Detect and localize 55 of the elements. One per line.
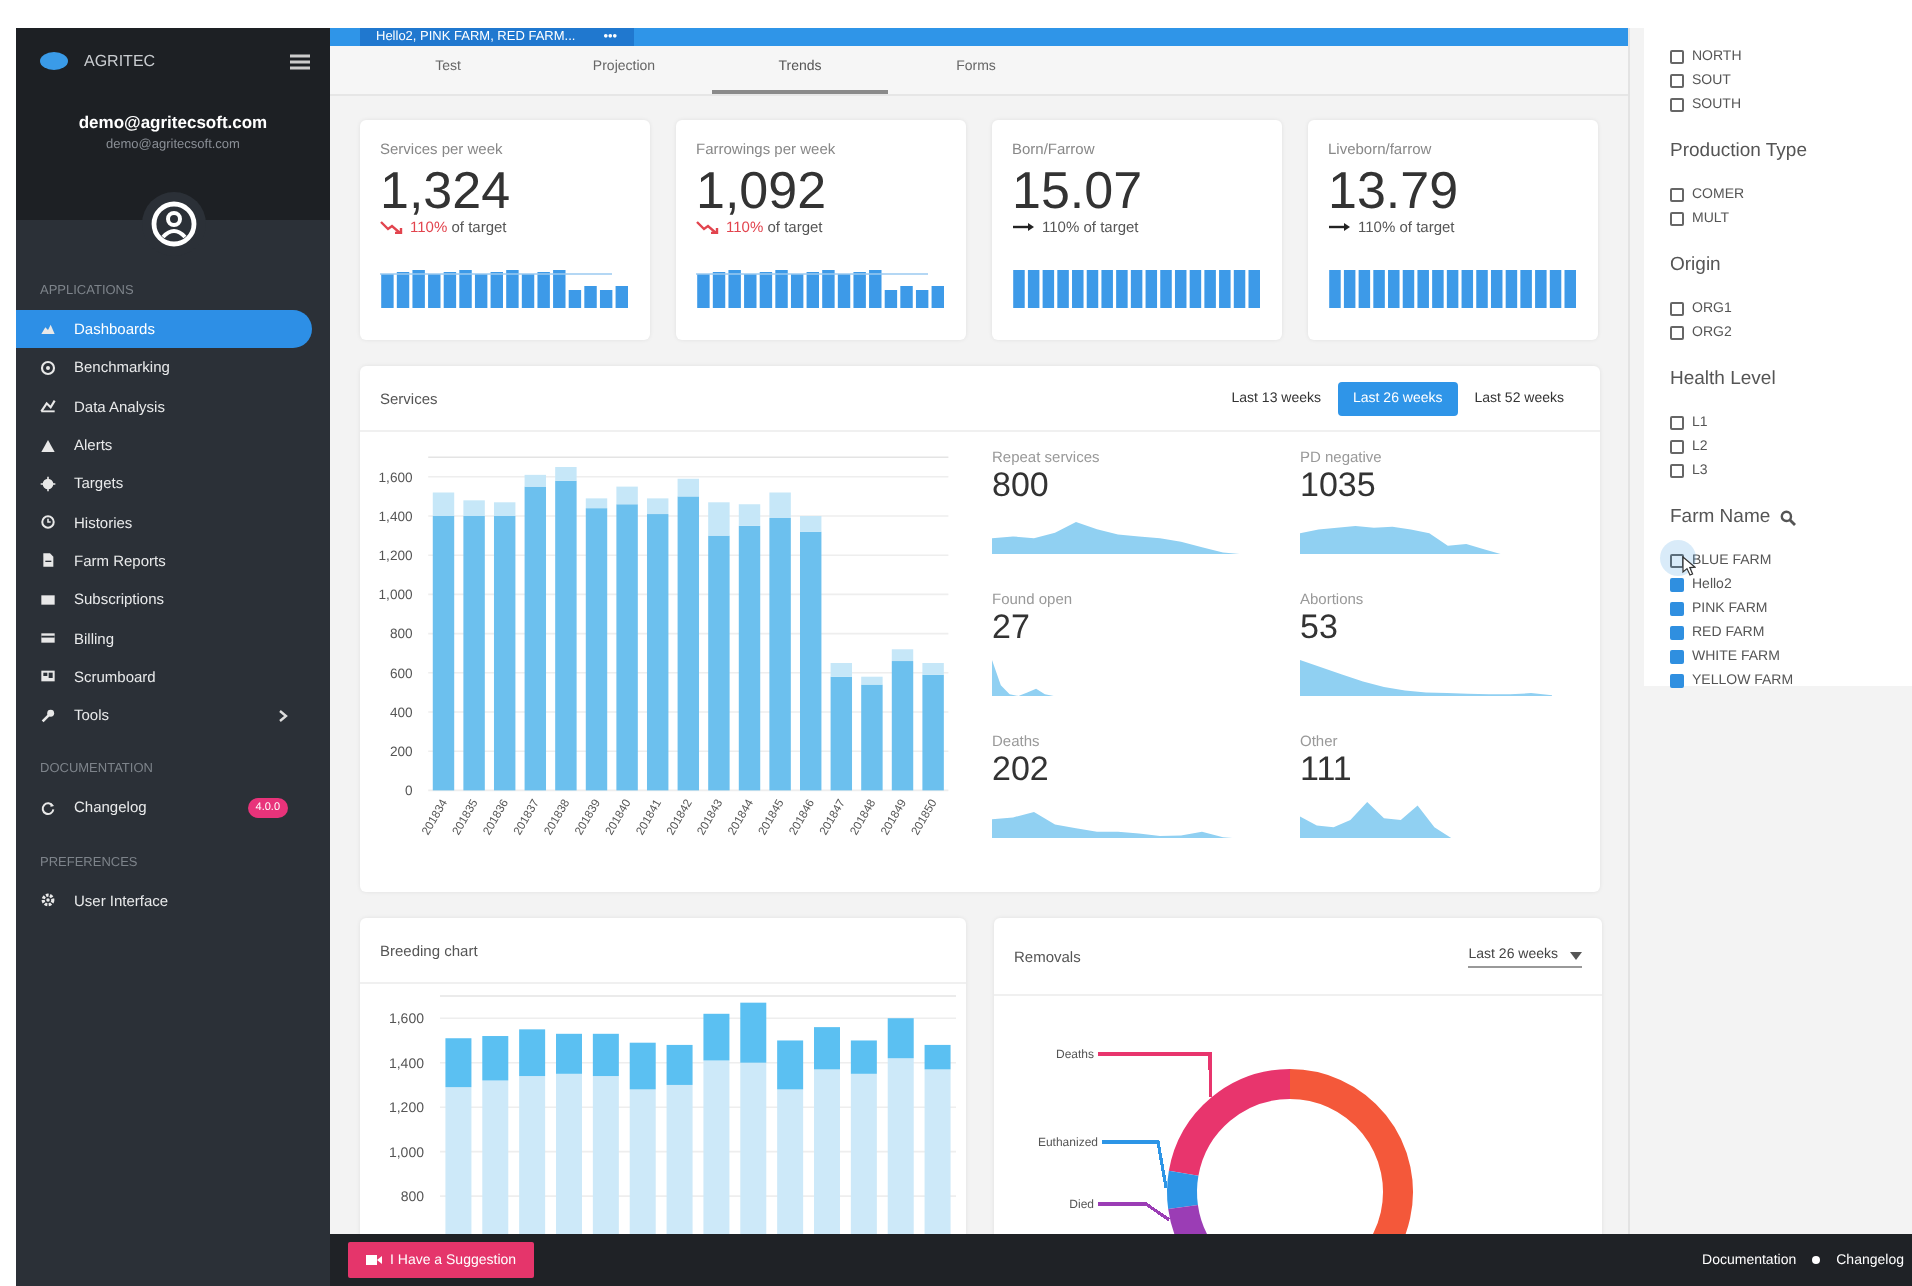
checkbox[interactable] [1670, 463, 1684, 477]
search-icon[interactable] [1780, 509, 1797, 525]
target-icon [40, 475, 56, 492]
checkbox[interactable] [1670, 97, 1684, 111]
metric-value: 27 [992, 608, 1032, 646]
trend-down-icon [696, 220, 720, 234]
menu-icon[interactable] [290, 53, 310, 69]
rectangle-icon [40, 591, 56, 608]
kpi-value: 1,092 [696, 162, 829, 218]
checkbox[interactable] [1670, 415, 1684, 429]
metric-value: 53 [1300, 608, 1340, 646]
checkbox[interactable] [1670, 211, 1684, 225]
checkbox[interactable] [1670, 577, 1684, 591]
filter-group-title: Farm Name [1670, 506, 1771, 528]
checkbox[interactable] [1670, 649, 1684, 663]
mountain-icon [40, 321, 56, 338]
checkbox[interactable] [1670, 49, 1684, 63]
kpi-value: 13.79 [1328, 162, 1461, 218]
checkbox[interactable] [1670, 673, 1684, 687]
checkbox[interactable] [1670, 625, 1684, 639]
chart-icon [40, 398, 56, 415]
kpi-value: 1,324 [380, 162, 513, 218]
metric-value: 800 [992, 466, 1051, 504]
sparkline-drawing [992, 660, 1054, 696]
trend-down-icon [380, 220, 404, 234]
user-name: demo@agritecsoft.com [76, 112, 270, 132]
metric-value: 202 [992, 750, 1051, 788]
caret-icon [1570, 951, 1582, 959]
camera-icon [366, 1254, 382, 1266]
logo-icon [40, 52, 68, 70]
filter-group-title: Production Type [1670, 140, 1807, 162]
brand-name: AGRITEC [84, 52, 158, 70]
document-icon [40, 552, 56, 569]
checkbox[interactable] [1670, 325, 1684, 339]
checkbox[interactable] [1670, 601, 1684, 615]
wrench-icon [40, 707, 56, 724]
checkbox[interactable] [1670, 301, 1684, 315]
clock-icon [40, 514, 56, 531]
card-icon [40, 630, 56, 647]
metric-value: 111 [1300, 750, 1354, 788]
filter-group-title: Origin [1670, 254, 1721, 276]
arrow-right-icon [1328, 220, 1352, 234]
gear-icon [40, 892, 56, 909]
filter-group-title: Health Level [1670, 368, 1776, 390]
metric-value: 1035 [1300, 466, 1378, 504]
checkbox[interactable] [1670, 73, 1684, 87]
refresh-icon [40, 799, 56, 816]
warning-icon [40, 437, 56, 454]
kpi-value: 15.07 [1012, 162, 1145, 218]
cursor-icon [1682, 556, 1696, 576]
arrow-right-icon [1012, 220, 1036, 234]
board-icon [40, 668, 56, 685]
checkbox[interactable] [1670, 439, 1684, 453]
globe-icon [40, 359, 56, 376]
checkbox[interactable] [1670, 187, 1684, 201]
